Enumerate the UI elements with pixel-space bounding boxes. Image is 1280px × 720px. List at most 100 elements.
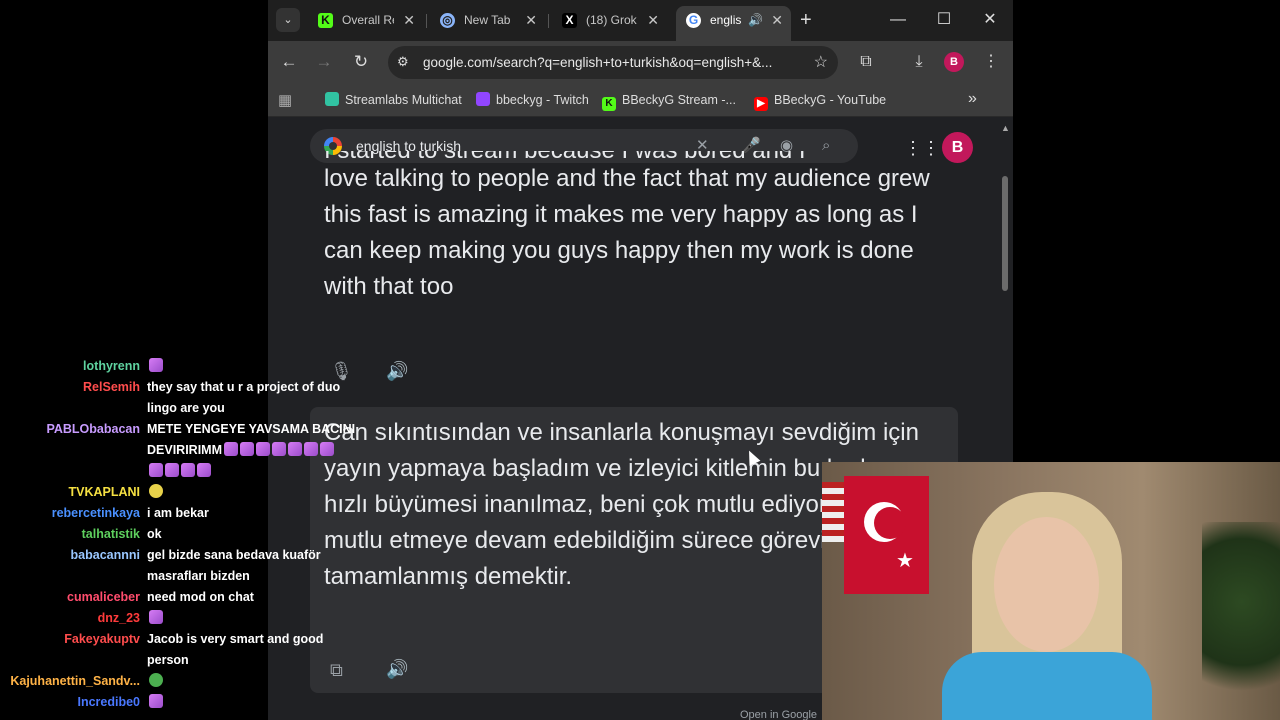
chat-message: Incredibe0 — [0, 692, 360, 713]
chat-username: cumaliceber — [67, 590, 140, 604]
chat-username: talhatistik — [81, 527, 140, 541]
scrollbar-thumb[interactable] — [1002, 176, 1008, 291]
open-in-google-link[interactable]: Open in Google — [740, 709, 817, 720]
chat-text-content: they say that u r a project of duo — [147, 380, 341, 394]
tab-grok[interactable]: X (18) Grok ✕ — [552, 6, 667, 35]
chat-username: Fakeyakuptv — [64, 632, 140, 646]
maximize-button[interactable]: ☐ — [932, 8, 956, 32]
chat-text — [147, 608, 163, 629]
address-bar[interactable]: ⚙ google.com/search?q=english+to+turkish… — [388, 46, 838, 79]
chat-text-content: masrafları bizden — [147, 569, 250, 583]
chat-emote-icon — [149, 463, 163, 477]
apps-grid-icon[interactable]: ▦ — [278, 91, 292, 109]
chat-text: masrafları bizden — [147, 566, 250, 587]
download-icon[interactable]: ⤓ — [908, 52, 930, 72]
chat-text: they say that u r a project of duo — [147, 377, 340, 398]
chat-emote-icon — [197, 463, 211, 477]
chat-text: ok — [147, 524, 162, 545]
bookmark-twitch[interactable]: bbeckyg - Twitch — [476, 84, 589, 116]
bookmark-kick[interactable]: K BBeckyG Stream -... — [602, 84, 736, 116]
tab-new-tab[interactable]: ◎ New Tab ✕ — [430, 6, 545, 35]
menu-icon[interactable]: ⋮ — [980, 52, 1002, 72]
twitch-icon — [476, 92, 490, 106]
reload-button[interactable]: ↻ — [350, 52, 372, 72]
kick-icon: K — [318, 13, 333, 28]
bookmark-star-icon[interactable]: ☆ — [814, 52, 828, 72]
chat-text — [147, 482, 163, 503]
chat-text-content: DEVIRIRIMM — [147, 443, 222, 457]
chat-emote-icon — [272, 442, 286, 456]
bookmark-streamlabs[interactable]: Streamlabs Multichat — [325, 84, 462, 116]
extensions-icon[interactable]: ⧉ — [855, 52, 877, 72]
forward-button[interactable]: → — [313, 52, 335, 72]
x-icon: X — [562, 13, 577, 28]
chat-text-content: Jacob is very smart and good — [147, 632, 324, 646]
chat-text-content: METE YENGEYE YAVSAMA BACINI — [147, 422, 356, 436]
streamer-shirt — [942, 652, 1152, 720]
chat-message: RelSemih they say that u r a project of d… — [0, 377, 360, 398]
chat-username: Incredibe0 — [77, 695, 140, 709]
chat-emote-icon — [149, 673, 163, 687]
bookmark-label: BBeckyG - YouTube — [774, 93, 887, 107]
tab-separator — [548, 14, 549, 28]
close-tab-icon[interactable]: ✕ — [403, 6, 415, 35]
close-window-button[interactable]: ✕ — [978, 8, 1002, 32]
chat-text-content: gel bizde sana bedava kuaför — [147, 548, 321, 562]
bookmark-label: bbeckyg - Twitch — [496, 93, 589, 107]
chat-message: rebercetinkaya i am bekar — [0, 503, 360, 524]
chat-text: person — [147, 650, 189, 671]
chat-username: dnz_23 — [97, 611, 140, 625]
chat-text — [147, 461, 211, 482]
chat-text-content: need mod on chat — [147, 590, 254, 604]
listen-translation-icon[interactable]: 🔊 — [386, 659, 408, 680]
close-tab-icon[interactable]: ✕ — [771, 6, 783, 35]
audio-playing-icon[interactable]: 🔊 — [748, 6, 763, 35]
chat-emote-icon — [320, 442, 334, 456]
profile-avatar[interactable]: B — [944, 52, 964, 72]
google-account-avatar[interactable]: B — [942, 132, 973, 163]
tab-title: englis — [710, 13, 742, 27]
tab-overall[interactable]: K Overall Re ✕ — [308, 6, 423, 35]
chat-username: RelSemih — [83, 380, 140, 394]
webcam-overlay: ★ — [822, 462, 1280, 720]
chat-emote-icon — [224, 442, 238, 456]
chat-message: masrafları bizden — [0, 566, 360, 587]
chrome-icon: ◎ — [440, 13, 455, 28]
chat-message: cumaliceber need mod on chat — [0, 587, 360, 608]
close-tab-icon[interactable]: ✕ — [525, 6, 537, 35]
back-button[interactable]: ← — [278, 52, 300, 72]
tab-title: Overall Re — [342, 13, 394, 27]
crescent-icon — [864, 502, 906, 542]
chat-emote-icon — [181, 463, 195, 477]
tab-google-translate[interactable]: G englis 🔊 ✕ — [676, 6, 791, 41]
close-tab-icon[interactable]: ✕ — [647, 6, 659, 35]
plant — [1202, 522, 1280, 720]
chat-emote-icon — [165, 463, 179, 477]
chat-message: PABLObabacan METE YENGEYE YAVSAMA BACINI — [0, 419, 360, 440]
chat-text-content: person — [147, 653, 189, 667]
chat-emote-icon — [304, 442, 318, 456]
chat-username: rebercetinkaya — [51, 506, 140, 520]
chat-username: TVKAPLANI — [68, 485, 140, 499]
chat-text-content: lingo are you — [147, 401, 225, 415]
chat-message: dnz_23 — [0, 608, 360, 629]
chat-emote-icon — [149, 610, 163, 624]
bookmark-youtube[interactable]: ▶ BBeckyG - YouTube — [754, 84, 886, 116]
bookmark-label: BBeckyG Stream -... — [622, 93, 736, 107]
more-bookmarks-icon[interactable]: » — [968, 90, 977, 108]
kick-icon: K — [602, 97, 616, 111]
chat-message — [0, 461, 360, 482]
site-info-icon[interactable]: ⚙ — [397, 54, 409, 70]
chat-username: Kajuhanettin_Sandv... — [10, 674, 140, 688]
tab-title: New Tab — [464, 13, 511, 27]
listen-source-icon[interactable]: 🔊 — [386, 361, 408, 382]
minimize-button[interactable]: — — [886, 8, 910, 32]
tab-search-button[interactable]: ⌄ — [276, 8, 300, 32]
scroll-up-icon[interactable]: ▲ — [1001, 123, 1010, 133]
streamer-face — [994, 517, 1099, 652]
chat-text: lingo are you — [147, 398, 225, 419]
new-tab-button[interactable]: + — [800, 9, 812, 31]
turkish-flag: ★ — [844, 476, 929, 594]
google-icon: G — [686, 13, 701, 28]
url-text: google.com/search?q=english+to+turkish&o… — [423, 55, 773, 70]
